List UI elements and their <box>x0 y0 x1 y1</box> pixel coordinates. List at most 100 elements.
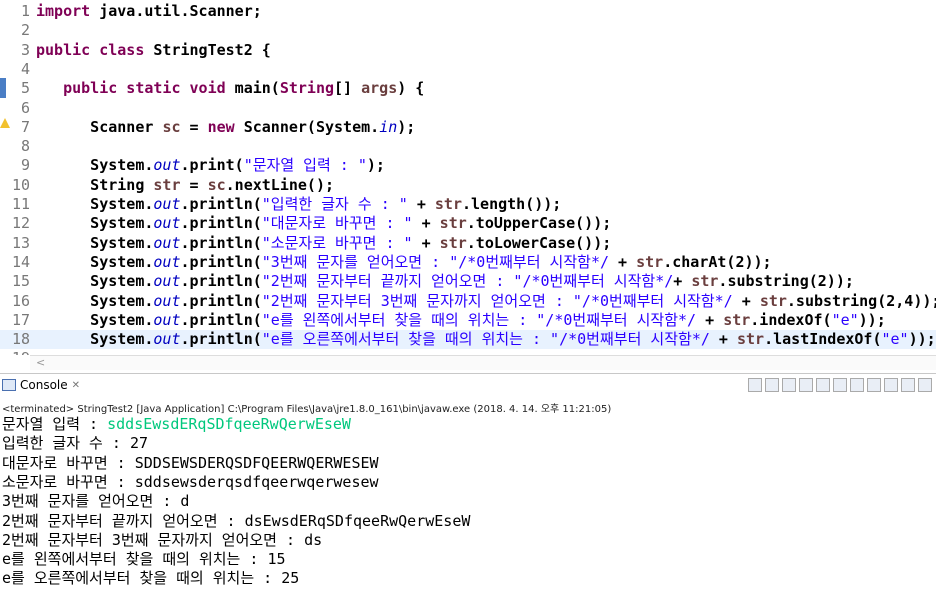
console-output-text: e를 오른쪽에서부터 찾을 때의 위치는 : 25 <box>2 569 300 588</box>
code-token: str <box>723 310 751 329</box>
console-output-line: 소문자로 바꾸면 : sddsewsderqsdfqeerwqerwesew <box>2 473 379 492</box>
line-number: 17 <box>11 310 30 329</box>
code-token: /*0번째부터 시작함*/ <box>559 330 710 349</box>
line-number: 7 <box>20 117 30 136</box>
process-status: <terminated> StringTest2 [Java Applicati… <box>2 404 612 415</box>
tab-console[interactable]: Console ✕ <box>2 378 80 392</box>
code-token: .println( <box>180 214 262 233</box>
terminate-icon[interactable] <box>748 378 762 392</box>
code-token: String <box>36 175 154 194</box>
code-line[interactable]: 14 System.out.println("3번째 문자를 얻어오면 : "/… <box>0 253 936 272</box>
code-token: Scanner <box>36 117 163 136</box>
remove-all-icon[interactable] <box>782 378 796 392</box>
close-icon[interactable]: ✕ <box>72 380 80 391</box>
line-number: 19 <box>0 349 30 355</box>
code-text: import java.util.Scanner; <box>36 2 262 21</box>
code-token: + <box>732 291 760 310</box>
console-output-line: e를 오른쪽에서부터 찾을 때의 위치는 : 25 <box>2 569 299 588</box>
code-token: /*0번째부터 시작함*/ <box>581 291 733 310</box>
console-output-line: 3번째 문자를 얻어오면 : d <box>2 492 189 511</box>
line-number: 11 <box>11 195 30 213</box>
console-output-line: 입력한 글자 수 : 27 <box>2 434 148 453</box>
code-token: Scanner(System. <box>234 117 380 136</box>
code-token: .substring(2,4)); <box>786 291 936 310</box>
code-line[interactable]: 3 public class StringTest2 { <box>0 41 936 60</box>
code-token: str <box>434 195 462 213</box>
line-number: 9 <box>20 156 30 175</box>
code-text: System.out.print("문자열 입력 : "); <box>36 156 385 175</box>
horizontal-scrollbar[interactable]: < <box>30 355 936 370</box>
console-output-text: 대문자로 바꾸면 : SDDSEWSDERQSDFQEERWQERWESEW <box>2 453 379 472</box>
code-editor[interactable]: 1 import java.util.Scanner; 2 3 public class… <box>0 0 936 355</box>
code-token: + <box>412 233 440 252</box>
code-text: System.out.println("e를 왼쪽에서부터 찾을 때의 위치는 … <box>36 311 886 330</box>
code-token: System. <box>36 195 154 213</box>
line-number: 4 <box>20 59 30 78</box>
code-token: out <box>153 214 181 233</box>
code-text: System.out.println("소문자로 바꾸면 : " + str.t… <box>36 234 611 253</box>
code-token: )); <box>858 310 886 329</box>
code-line[interactable]: 5 public static void main(String[] args)… <box>0 79 936 98</box>
maximize-icon[interactable] <box>918 378 932 392</box>
line-number: 13 <box>11 233 30 252</box>
code-line[interactable]: 9 System.out.print("문자열 입력 : "); <box>0 156 936 175</box>
pin-console-icon[interactable] <box>850 378 864 392</box>
code-token: ) { <box>397 79 425 98</box>
code-token: )); <box>908 330 936 349</box>
code-line[interactable]: 12 System.out.println("대문자로 바꾸면 : " + st… <box>0 214 936 233</box>
code-line[interactable]: 17 System.out.println("e를 왼쪽에서부터 찾을 때의 위… <box>0 311 936 330</box>
remove-launch-icon[interactable] <box>765 378 779 392</box>
code-line[interactable]: 15 System.out.println("2번째 문자부터 끝까지 얻어오면… <box>0 272 936 291</box>
code-line[interactable]: 7 Scanner sc = new Scanner(System.in); <box>0 118 936 137</box>
code-text: public static void main(String[] args) { <box>36 79 424 98</box>
code-token: "2번째 문자부터 3번째 문자까지 얻어오면 : " <box>261 291 582 310</box>
code-line[interactable]: 2 <box>0 21 936 40</box>
show-console-stderr-icon[interactable] <box>833 378 847 392</box>
code-token: .charAt(2)); <box>663 252 772 271</box>
scroll-lock-icon[interactable] <box>799 378 813 392</box>
code-token: out <box>153 233 181 252</box>
console-output-text: 문자열 입력 : <box>2 415 108 433</box>
console-output-text: 입력한 글자 수 : 27 <box>2 434 149 453</box>
code-token: str <box>439 214 467 233</box>
code-line[interactable]: 16 System.out.println("2번째 문자부터 3번째 문자까지… <box>0 292 936 311</box>
code-token: "e를 오른쪽에서부터 찾을 때의 위치는 : " <box>261 330 560 349</box>
open-console-icon[interactable] <box>884 378 898 392</box>
console-icon <box>2 379 16 391</box>
code-line[interactable]: 6 <box>0 99 936 118</box>
console-output-line: 문자열 입력 : sddsEwsdERqSDfqeeRwQerwEseW <box>2 415 351 434</box>
code-line[interactable]: 4 <box>0 60 936 79</box>
code-token: java.util.Scanner; <box>90 2 262 20</box>
code-line[interactable]: 11 System.out.println("입력한 글자 수 : " + st… <box>0 195 936 214</box>
code-line[interactable]: 1 import java.util.Scanner; <box>0 2 936 21</box>
code-token: + <box>696 310 724 329</box>
console-output-text: 3번째 문자를 얻어오면 : d <box>2 492 190 511</box>
display-console-icon[interactable] <box>867 378 881 392</box>
code-token: "3번째 문자를 얻어오면 : " <box>261 252 459 271</box>
line-number: 14 <box>11 252 30 271</box>
code-line[interactable]: 10 String str = sc.nextLine(); <box>0 176 936 195</box>
code-token: [] <box>334 79 362 98</box>
console-user-input: sddsEwsdERqSDfqeeRwQerwEseW <box>107 415 351 433</box>
code-token: System. <box>36 233 154 252</box>
code-line[interactable]: 8 <box>0 137 936 156</box>
minimize-icon[interactable] <box>901 378 915 392</box>
code-token: sc <box>207 175 226 194</box>
line-number: 5 <box>20 79 30 98</box>
code-token: System. <box>36 252 154 271</box>
scroll-left-icon[interactable]: < <box>36 356 45 369</box>
code-token: import <box>36 2 91 20</box>
code-token: args <box>361 79 398 98</box>
line-number: 1 <box>20 2 30 20</box>
code-token: System. <box>36 330 154 349</box>
code-text: Scanner sc = new Scanner(System.in); <box>36 118 415 137</box>
line-number: 8 <box>20 137 30 156</box>
code-line[interactable]: 18 System.out.println("e를 오른쪽에서부터 찾을 때의 … <box>0 330 936 350</box>
code-token: "입력한 글자 수 : " <box>261 195 408 213</box>
code-token: .println( <box>180 272 262 291</box>
code-line[interactable]: 13 System.out.println("소문자로 바꾸면 : " + st… <box>0 234 936 253</box>
show-console-stdout-icon[interactable] <box>816 378 830 392</box>
code-token: /*0번째부터 시작함*/ <box>545 310 697 329</box>
code-token: .length()); <box>462 195 562 213</box>
line-number: 3 <box>20 40 30 59</box>
